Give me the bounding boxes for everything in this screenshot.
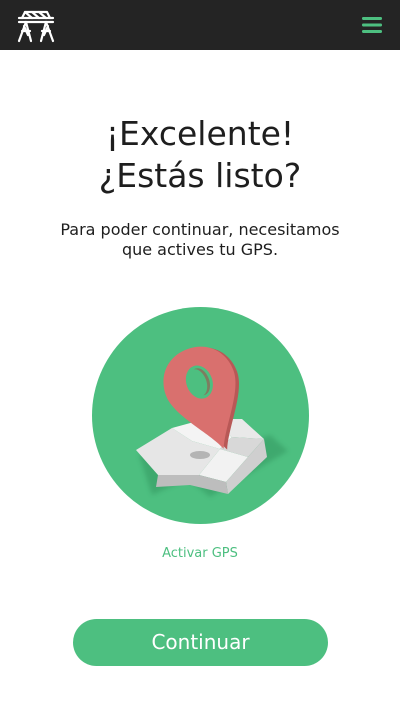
page-title: ¡Excelente! ¿Estás listo? — [0, 113, 400, 197]
subtitle-line-1: Para poder continuar, necesitamos — [60, 220, 340, 239]
activate-gps-link[interactable]: Activar GPS — [0, 545, 400, 563]
subtitle-line-2: que actives tu GPS. — [121, 240, 279, 259]
map-location-pin-icon — [92, 307, 309, 524]
top-bar — [0, 0, 400, 50]
gps-onboarding-screen: ¡Excelente! ¿Estás listo? Para poder con… — [0, 0, 400, 711]
headline-line-1: ¡Excelente! — [105, 114, 295, 153]
hamburger-menu-icon[interactable] — [360, 13, 384, 37]
gps-instructions: Para poder continuar, necesitamos que ac… — [0, 220, 400, 260]
headline-line-2: ¿Estás listo? — [98, 156, 302, 195]
continue-button[interactable]: Continuar — [73, 619, 328, 666]
bridge-icon — [17, 10, 55, 43]
